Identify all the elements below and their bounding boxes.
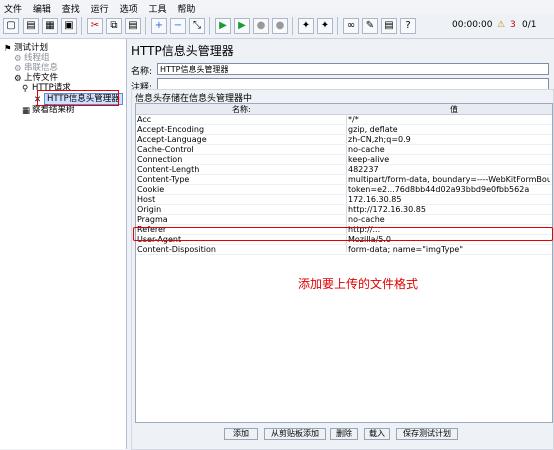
save-test-plan-button[interactable]: 保存测试计划 (396, 428, 458, 440)
name-label: 名称: (131, 67, 153, 77)
clear-icon[interactable]: ✦ (298, 18, 314, 34)
button-bar: 添加 从剪贴板添加 删除 载入 保存测试计划 (128, 427, 554, 441)
sampler-icon: ⚲ (22, 84, 29, 94)
test-plan-tree: ⚑ 测试计划 ⚙ 线程组 ⚙ 串联信息 ⚙ 上传文件 ⚲ HTTP请求 ✕ HTTP信息头管… (0, 39, 127, 449)
cut-icon[interactable]: ✂ (87, 18, 103, 34)
start-no-pause-icon[interactable]: ▶ (234, 18, 250, 34)
header-value-cell[interactable]: 482237 (348, 165, 550, 174)
menu-tools[interactable]: 工具 (144, 0, 170, 15)
warning-icon: ⚠ (497, 20, 506, 30)
headers-group: 信息头存储在信息头管理器中 名称: 值 Acc */* Accept-Encodin… (131, 89, 554, 450)
page-title: HTTP信息头管理器 (131, 44, 234, 58)
listener-icon: ▦ (22, 106, 31, 116)
header-value-cell[interactable]: no-cache (348, 215, 550, 224)
header-name-cell[interactable]: Cookie (137, 185, 343, 194)
table-row[interactable]: Content-Disposition form-data; name="imgT… (136, 245, 552, 255)
annotation-text: 添加要上传的文件格式 (298, 277, 419, 291)
menu-file[interactable]: 文件 (0, 0, 26, 15)
reset-search-icon[interactable]: ✎ (362, 18, 378, 34)
table-row[interactable]: Cache-Control no-cache (136, 145, 552, 155)
search-icon[interactable]: ∞ (343, 18, 359, 34)
header-name-cell[interactable]: Origin (137, 205, 343, 214)
table-row[interactable]: Origin http://172.16.30.85 (136, 205, 552, 215)
add-from-clipboard-button[interactable]: 从剪贴板添加 (264, 428, 326, 440)
toolbar-separator (292, 17, 293, 35)
thread-count: 0/1 (522, 20, 537, 30)
header-name-cell[interactable]: Content-Length (137, 165, 343, 174)
header-value-cell[interactable]: 172.16.30.85 (348, 195, 550, 204)
menu-edit[interactable]: 编辑 (29, 0, 55, 15)
header-value-cell[interactable]: */* (348, 115, 550, 124)
toggle-icon[interactable]: ⤡ (189, 18, 205, 34)
table-row[interactable]: Accept-Language zh-CN,zh;q=0.9 (136, 135, 552, 145)
header-name-cell[interactable]: Connection (137, 155, 343, 164)
copy-icon[interactable]: ⧉ (106, 18, 122, 34)
load-button[interactable]: 载入 (364, 428, 390, 440)
table-row[interactable]: Acc */* (136, 115, 552, 125)
toolbar: ▢ ▤ ▦ ▣ ✂ ⧉ ▤ + − ⤡ ▶ ▶ ● ● ✦ ✦ ∞ ✎ ▤ ? … (0, 14, 554, 39)
name-field[interactable]: HTTP信息头管理器 (157, 63, 549, 75)
table-row[interactable]: Cookie token=e2...76d8bb44d02a93bbd9e0fbb… (136, 185, 552, 195)
annotation-box (133, 227, 553, 241)
function-helper-icon[interactable]: ▤ (381, 18, 397, 34)
save-icon[interactable]: ▣ (61, 18, 77, 34)
header-name-cell[interactable]: Cache-Control (137, 145, 343, 154)
clear-all-icon[interactable]: ✦ (317, 18, 333, 34)
table-row[interactable]: Accept-Encoding gzip, deflate (136, 125, 552, 135)
warning-count: 3 (510, 20, 516, 30)
header-name-cell[interactable]: Accept-Encoding (137, 125, 343, 134)
column-value: 值 (450, 105, 458, 114)
header-value-cell[interactable]: zh-CN,zh;q=0.9 (348, 135, 550, 144)
header-name-cell[interactable]: Host (137, 195, 343, 204)
menu-run[interactable]: 运行 (87, 0, 113, 15)
header-name-cell[interactable]: Acc (137, 115, 343, 124)
column-name: 名称: (232, 105, 251, 114)
open-icon[interactable]: ▦ (42, 18, 58, 34)
menu-bar: 文件 编辑 查找 运行 选项 工具 帮助 (0, 0, 554, 15)
header-value-cell[interactable]: multipart/form-data, boundary=----WebKit… (348, 175, 550, 184)
templates-icon[interactable]: ▤ (23, 18, 39, 34)
table-row[interactable]: Content-Length 482237 (136, 165, 552, 175)
table-row[interactable]: Pragma no-cache (136, 215, 552, 225)
table-row[interactable]: Connection keep-alive (136, 155, 552, 165)
table-row[interactable]: Host 172.16.30.85 (136, 195, 552, 205)
timer: 00:00:00 (452, 20, 493, 30)
header-value-cell[interactable]: keep-alive (348, 155, 550, 164)
stop-icon[interactable]: ● (253, 18, 269, 34)
toolbar-separator (81, 17, 82, 35)
headers-table[interactable]: 名称: 值 Acc */* Accept-Encoding gzip, deflate… (135, 103, 553, 423)
expand-icon[interactable]: + (151, 18, 167, 34)
shutdown-icon[interactable]: ● (272, 18, 288, 34)
header-value-cell[interactable]: gzip, deflate (348, 125, 550, 134)
table-header: 名称: 值 (136, 104, 552, 115)
menu-options[interactable]: 选项 (116, 0, 142, 15)
header-value-cell[interactable]: no-cache (348, 145, 550, 154)
header-value-cell[interactable]: http://172.16.30.85 (348, 205, 550, 214)
collapse-icon[interactable]: − (170, 18, 186, 34)
thread-group-icon: ⚙ (14, 74, 22, 84)
toolbar-separator (145, 17, 146, 35)
toolbar-separator (337, 17, 338, 35)
menu-search[interactable]: 查找 (58, 0, 84, 15)
header-value-cell[interactable]: token=e2...76d8bb44d02a93bbd9e0fbb562a (348, 185, 550, 194)
header-manager-panel: HTTP信息头管理器 名称: HTTP信息头管理器 注释: 信息头存储在信息头管… (128, 39, 554, 450)
test-plan-icon: ⚑ (4, 44, 12, 54)
header-name-cell[interactable]: Pragma (137, 215, 343, 224)
selection-highlight (37, 90, 119, 106)
header-name-cell[interactable]: Content-Type (137, 175, 343, 184)
menu-help[interactable]: 帮助 (173, 0, 199, 15)
add-button[interactable]: 添加 (224, 428, 258, 440)
paste-icon[interactable]: ▤ (125, 18, 141, 34)
table-row[interactable]: Content-Type multipart/form-data, boundar… (136, 175, 552, 185)
header-name-cell[interactable]: Accept-Language (137, 135, 343, 144)
header-name-cell[interactable]: Content-Disposition (137, 245, 343, 254)
new-icon[interactable]: ▢ (3, 18, 19, 34)
start-icon[interactable]: ▶ (215, 18, 231, 34)
delete-button[interactable]: 删除 (330, 428, 358, 440)
toolbar-separator (209, 17, 210, 35)
header-value-cell[interactable]: form-data; name="imgType" (348, 245, 550, 254)
help-icon[interactable]: ? (400, 18, 416, 34)
